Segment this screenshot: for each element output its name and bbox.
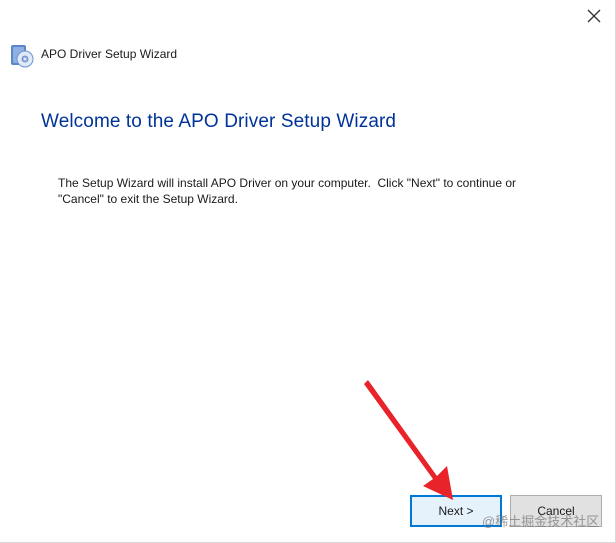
next-button[interactable]: Next > xyxy=(410,495,502,527)
close-button[interactable] xyxy=(580,4,608,28)
cancel-button[interactable]: Cancel xyxy=(510,495,602,527)
welcome-description: The Setup Wizard will install APO Driver… xyxy=(58,176,517,206)
close-icon xyxy=(587,9,601,23)
setup-disc-icon xyxy=(8,43,34,69)
setup-wizard-window: APO Driver Setup Wizard Welcome to the A… xyxy=(0,0,616,543)
window-title: APO Driver Setup Wizard xyxy=(41,47,178,61)
annotation-arrow xyxy=(364,380,453,500)
page-title: Welcome to the APO Driver Setup Wizard xyxy=(41,111,397,132)
